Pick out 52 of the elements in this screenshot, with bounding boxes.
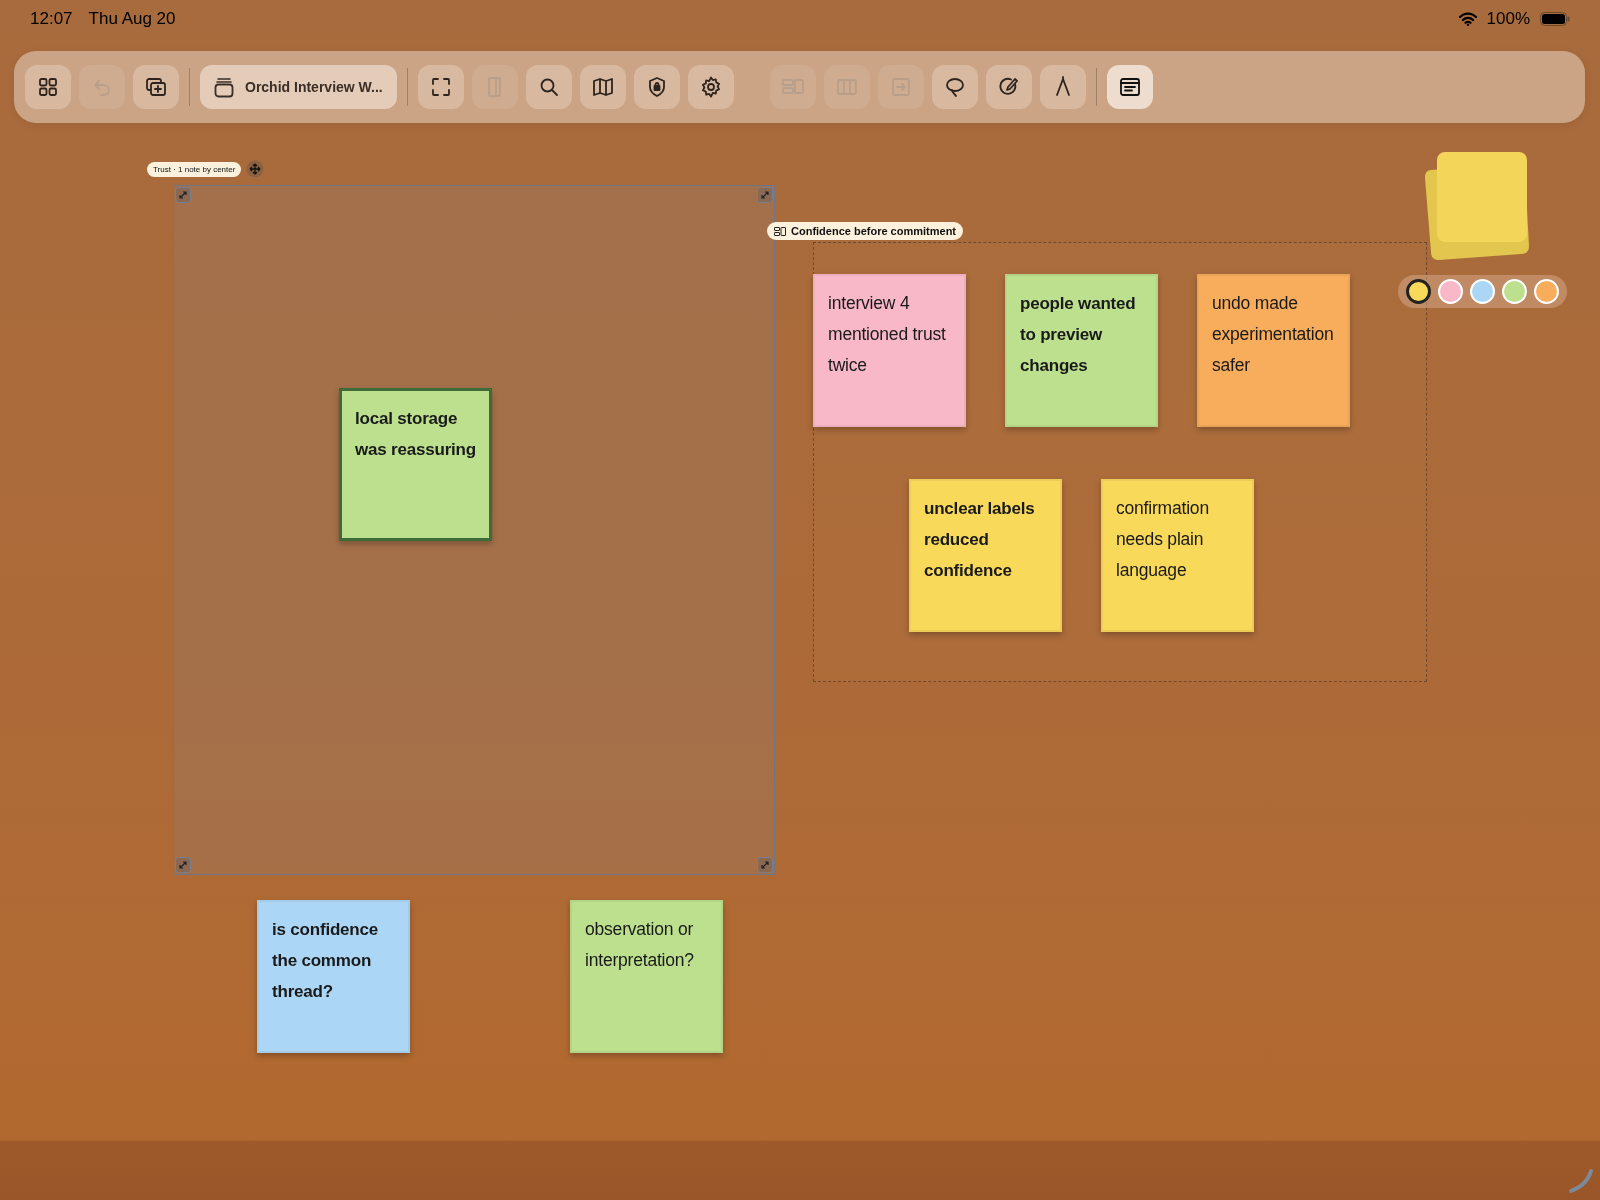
map-button[interactable] — [580, 65, 626, 109]
compass-button[interactable] — [1040, 65, 1086, 109]
note-text: people wanted to preview changes — [1020, 293, 1137, 377]
wifi-icon — [1458, 12, 1477, 26]
color-swatch[interactable] — [1406, 279, 1431, 304]
sticky-note[interactable]: observation or interpretation? — [570, 900, 723, 1053]
sticky-note[interactable]: local storage was reassuring — [339, 388, 492, 541]
map-icon — [591, 75, 615, 99]
stack-icon — [213, 76, 235, 98]
resize-handle[interactable] — [757, 187, 773, 203]
sticky-note[interactable]: people wanted to preview changes — [1005, 274, 1158, 427]
note-text: unclear labels reduced confidence — [924, 498, 1036, 582]
document-button[interactable]: Orchid Interview W... — [200, 65, 397, 109]
add-window-icon — [144, 75, 168, 99]
sticky-note[interactable]: interview 4 mentioned trust twice — [813, 274, 966, 427]
lasso-icon — [943, 75, 967, 99]
resize-handle[interactable] — [175, 857, 191, 873]
sticky-note[interactable]: is confidence the common thread? — [257, 900, 410, 1053]
sticky-note[interactable]: unclear labels reduced confidence — [909, 479, 1062, 632]
sticky-note[interactable]: confirmation needs plain language — [1101, 479, 1254, 632]
grid-button[interactable] — [25, 65, 71, 109]
frame-icon — [429, 75, 453, 99]
pencil-circle-button[interactable] — [986, 65, 1032, 109]
layout-icon — [774, 226, 786, 236]
note-text: observation or interpretation? — [585, 918, 695, 972]
frame-label[interactable]: Trust · 1 note by center — [147, 161, 242, 177]
selected-frame[interactable] — [173, 185, 775, 875]
add-window-button[interactable] — [133, 65, 179, 109]
frame-button[interactable] — [418, 65, 464, 109]
note-text: confirmation needs plain language — [1116, 497, 1210, 582]
scroll-indicator — [1566, 1168, 1594, 1194]
battery-percent: 100% — [1486, 9, 1530, 29]
note-text: undo made experimentation safer — [1212, 292, 1335, 377]
grid-icon — [36, 75, 60, 99]
resize-handle[interactable] — [757, 857, 773, 873]
lasso-button[interactable] — [932, 65, 978, 109]
status-date: Thu Aug 20 — [88, 9, 176, 29]
move-handle-icon[interactable] — [246, 160, 265, 178]
settings-button[interactable] — [688, 65, 734, 109]
search-button[interactable] — [526, 65, 572, 109]
settings-icon — [699, 75, 723, 99]
frame-label[interactable]: Confidence before commitment — [767, 222, 964, 240]
sticky-note[interactable]: undo made experimentation safer — [1197, 274, 1350, 427]
battery-icon — [1540, 12, 1570, 26]
note-text: is confidence the common thread? — [272, 919, 380, 1003]
note-text: local storage was reassuring — [355, 408, 477, 461]
shield-button[interactable] — [634, 65, 680, 109]
status-time: 12:07 — [30, 9, 73, 29]
note-text: interview 4 mentioned trust twice — [828, 292, 947, 377]
resize-handle[interactable] — [175, 187, 191, 203]
note-list-icon — [1118, 75, 1142, 99]
note-list-button[interactable] — [1107, 65, 1153, 109]
